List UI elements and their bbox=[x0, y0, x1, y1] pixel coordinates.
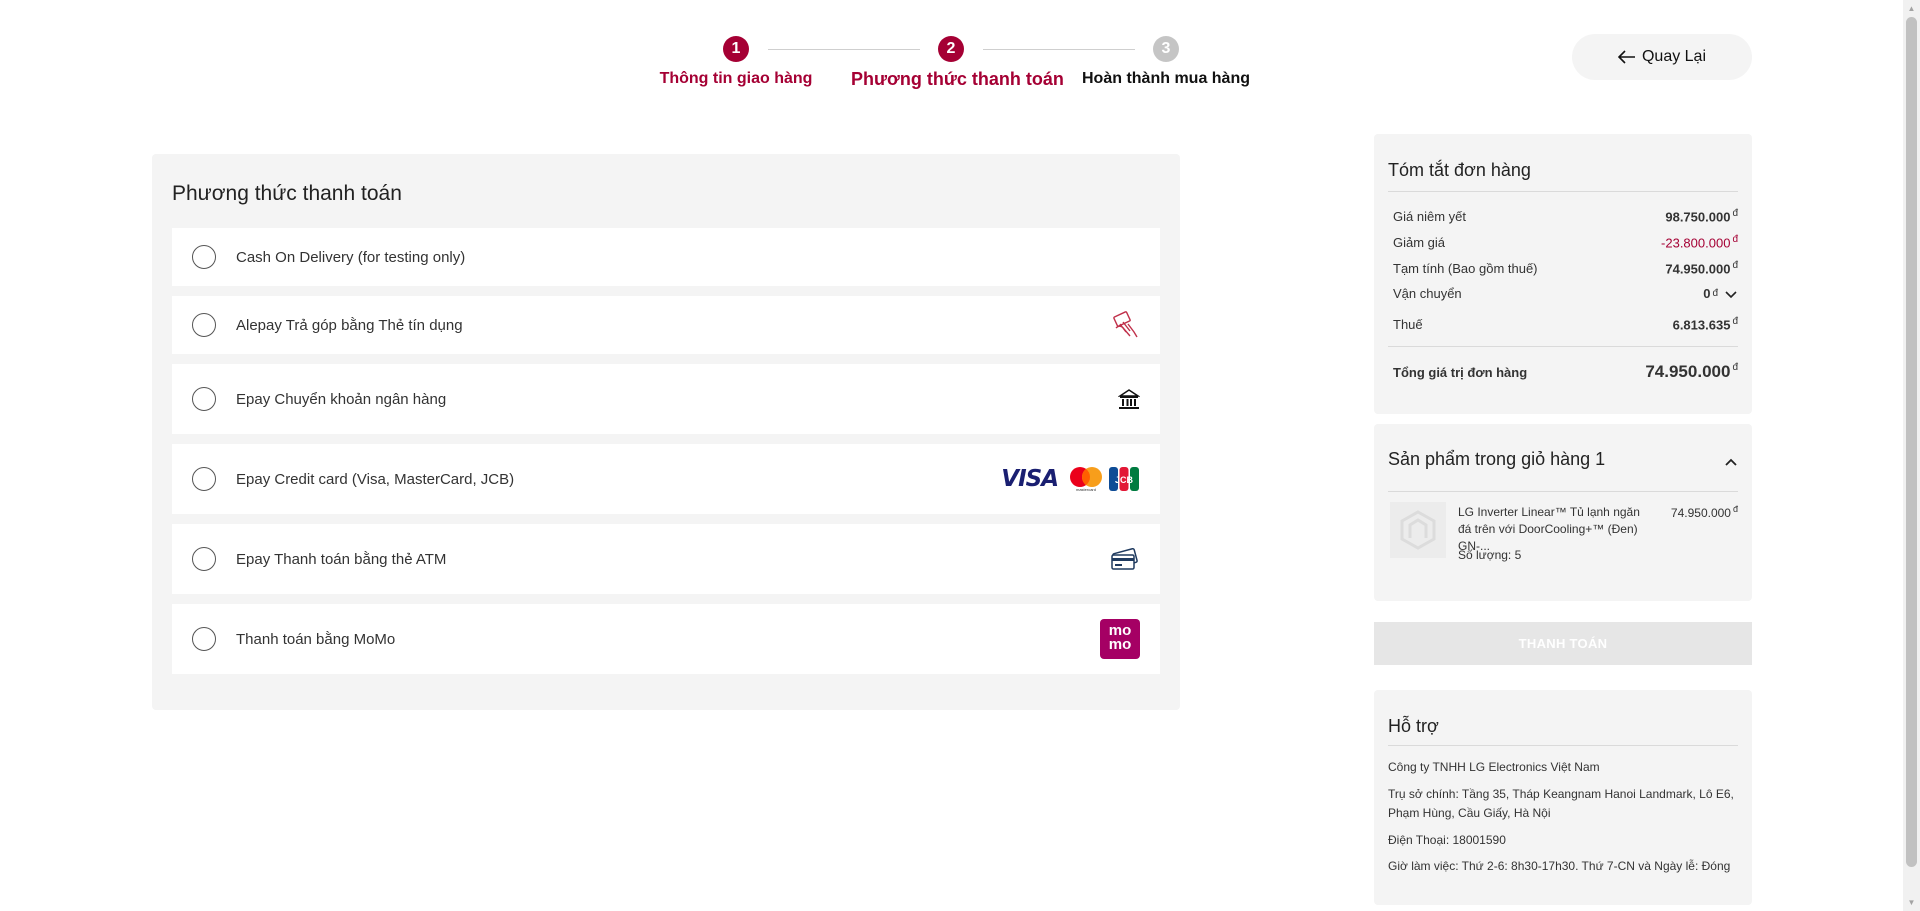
payment-option-epay-bank-transfer[interactable]: Epay Chuyển khoản ngân hàng bbox=[172, 364, 1160, 434]
step-payment-method: 2 Phương thức thanh toán bbox=[851, 36, 1064, 90]
summary-key: Thuế bbox=[1393, 316, 1423, 332]
payment-method-panel: Phương thức thanh toán Cash On Delivery … bbox=[152, 154, 1180, 710]
bank-icon bbox=[1118, 388, 1140, 410]
step-complete-purchase: 3 Hoàn thành mua hàng bbox=[1066, 36, 1266, 88]
support-panel: Hỗ trợ Công ty TNHH LG Electronics Việt … bbox=[1374, 690, 1752, 905]
payment-option-label: Thanh toán bằng MoMo bbox=[236, 630, 396, 648]
summary-row-shipping[interactable]: Vận chuyển 0đ bbox=[1393, 286, 1738, 301]
visa-logo: VISA bbox=[1001, 466, 1059, 492]
back-button-label: Quay Lại bbox=[1641, 48, 1707, 65]
radio-button[interactable] bbox=[192, 467, 216, 491]
support-hours: Giờ làm việc: Thứ 2-6: 8h30-17h30. Thứ 7… bbox=[1388, 859, 1731, 873]
divider bbox=[1388, 191, 1738, 192]
summary-value: 98.750.000 đ bbox=[1665, 208, 1738, 225]
radio-button[interactable] bbox=[192, 245, 216, 269]
chevron-down-icon[interactable] bbox=[1724, 289, 1738, 299]
payment-option-label: Epay Chuyển khoản ngân hàng bbox=[236, 390, 447, 408]
scroll-down-arrow-icon[interactable]: ▼ bbox=[1903, 894, 1920, 911]
payment-option-momo[interactable]: Thanh toán bằng MoMo mo mo bbox=[172, 604, 1160, 674]
step-number: 2 bbox=[938, 36, 964, 62]
summary-row-subtotal: Tạm tính (Bao gồm thuế) 74.950.000 đ bbox=[1393, 260, 1738, 276]
step-shipping-info[interactable]: 1 Thông tin giao hàng bbox=[636, 36, 836, 88]
divider bbox=[1388, 346, 1738, 347]
radio-button[interactable] bbox=[192, 313, 216, 337]
arrow-left-icon bbox=[1617, 50, 1635, 64]
support-title: Hỗ trợ bbox=[1388, 716, 1439, 736]
mastercard-logo: mastercard bbox=[1070, 467, 1102, 492]
payment-option-label: Epay Credit card (Visa, MasterCard, JCB) bbox=[236, 470, 515, 488]
product-quantity: Số lượng: 5 bbox=[1458, 548, 1522, 562]
payment-option-label: Alepay Trả góp bằng Thẻ tín dụng bbox=[236, 316, 463, 334]
atm-card-icon bbox=[1110, 545, 1140, 573]
summary-key: Tạm tính (Bao gồm thuế) bbox=[1393, 260, 1538, 276]
step-number: 1 bbox=[723, 36, 749, 62]
step-label: Thông tin giao hàng bbox=[659, 70, 813, 87]
chevron-up-icon[interactable] bbox=[1724, 457, 1738, 467]
payment-option-epay-credit-card[interactable]: Epay Credit card (Visa, MasterCard, JCB)… bbox=[172, 444, 1160, 514]
jcb-wordmark: JCB bbox=[1115, 475, 1134, 485]
checkout-pay-button[interactable]: THANH TOÁN bbox=[1374, 622, 1752, 665]
summary-key: Vận chuyển bbox=[1393, 286, 1462, 301]
support-phone[interactable]: Điện Thoại: 18001590 bbox=[1388, 831, 1738, 850]
momo-icon: mo mo bbox=[1100, 619, 1140, 659]
cart-title: Sản phẩm trong giỏ hàng 1 bbox=[1388, 449, 1606, 469]
summary-total-value: 74.950.000 đ bbox=[1645, 362, 1738, 381]
jcb-logo: JCB bbox=[1109, 467, 1139, 491]
summary-key: Giá niêm yết bbox=[1393, 208, 1466, 224]
order-summary-title: Tóm tắt đơn hàng bbox=[1388, 160, 1531, 180]
back-button[interactable]: Quay Lại bbox=[1572, 34, 1752, 80]
summary-row-list-price: Giá niêm yết 98.750.000 đ bbox=[1393, 208, 1738, 224]
momo-text-bottom: mo bbox=[1108, 636, 1132, 653]
product-price: 74.950.000 đ bbox=[1670, 504, 1738, 520]
payment-option-label: Cash On Delivery (for testing only) bbox=[236, 248, 466, 266]
placeholder-image-icon bbox=[1400, 510, 1436, 550]
summary-row-total: Tổng giá trị đơn hàng 74.950.000 đ bbox=[1393, 360, 1738, 384]
scrollbar-thumb[interactable] bbox=[1906, 17, 1917, 867]
step-label: Phương thức thanh toán bbox=[851, 69, 1064, 89]
summary-row-tax: Thuế 6.813.635 đ bbox=[1393, 316, 1738, 332]
payment-option-cod[interactable]: Cash On Delivery (for testing only) bbox=[172, 228, 1160, 286]
radio-button[interactable] bbox=[192, 547, 216, 571]
support-address: Trụ sở chính: Tầng 35, Tháp Keangnam Han… bbox=[1388, 787, 1734, 820]
hand-card-icon bbox=[1110, 310, 1140, 340]
cart-products: Sản phẩm trong giỏ hàng 1 LG Inverter Li… bbox=[1374, 424, 1752, 601]
page-scrollbar[interactable]: ▲ ▼ bbox=[1903, 0, 1920, 911]
divider bbox=[1388, 745, 1738, 746]
order-summary: Tóm tắt đơn hàng Giá niêm yết 98.750.000… bbox=[1374, 134, 1752, 414]
summary-value: 0đ bbox=[1703, 286, 1738, 301]
payment-option-alepay-installment[interactable]: Alepay Trả góp bằng Thẻ tín dụng bbox=[172, 296, 1160, 354]
step-number: 3 bbox=[1153, 36, 1179, 62]
support-company: Công ty TNHH LG Electronics Việt Nam bbox=[1388, 760, 1600, 774]
summary-row-discount: Giảm giá -23.800.000 đ bbox=[1393, 234, 1738, 250]
step-label: Hoàn thành mua hàng bbox=[1082, 70, 1250, 87]
cart-item: LG Inverter Linear™ Tủ lạnh ngăn đá trên… bbox=[1388, 500, 1738, 572]
radio-button[interactable] bbox=[192, 627, 216, 651]
scroll-up-arrow-icon[interactable]: ▲ bbox=[1903, 0, 1920, 17]
summary-value: -23.800.000 đ bbox=[1661, 234, 1738, 251]
summary-key: Giảm giá bbox=[1393, 234, 1446, 250]
payment-method-title: Phương thức thanh toán bbox=[172, 182, 402, 205]
card-brands-icon: VISA mastercard JCB bbox=[1001, 465, 1140, 493]
mastercard-wordmark: mastercard bbox=[1076, 487, 1096, 492]
radio-button[interactable] bbox=[192, 387, 216, 411]
summary-value: 74.950.000 đ bbox=[1665, 260, 1738, 277]
payment-option-label: Epay Thanh toán bằng thẻ ATM bbox=[236, 550, 447, 568]
summary-value: 6.813.635 đ bbox=[1672, 316, 1738, 333]
summary-total-key: Tổng giá trị đơn hàng bbox=[1393, 364, 1528, 380]
divider bbox=[1388, 491, 1738, 492]
product-thumbnail bbox=[1390, 502, 1446, 558]
payment-option-epay-atm[interactable]: Epay Thanh toán bằng thẻ ATM bbox=[172, 524, 1160, 594]
